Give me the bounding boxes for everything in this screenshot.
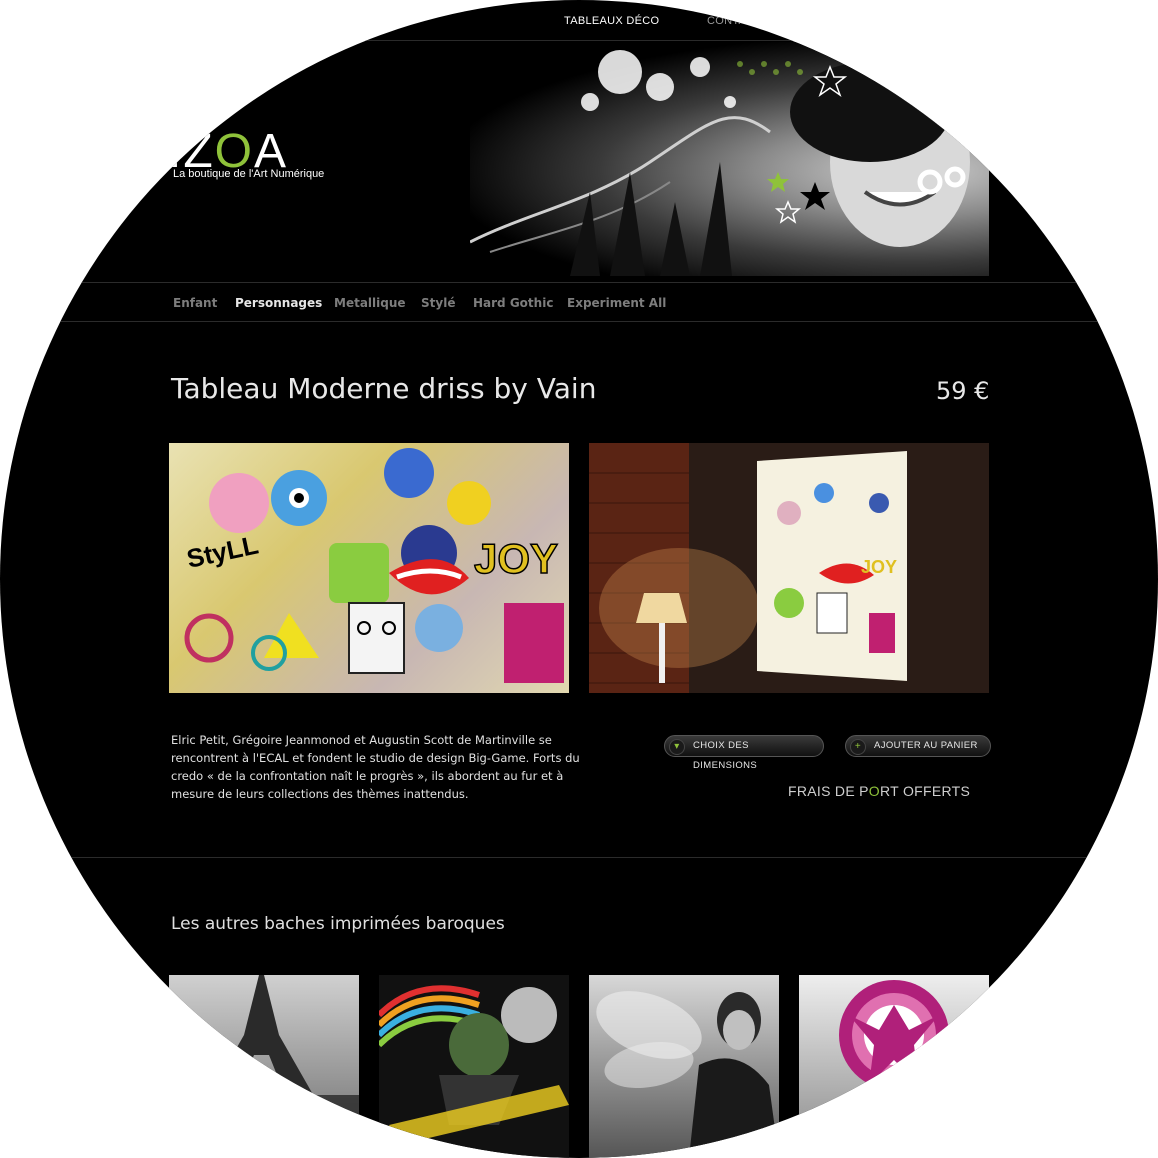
product-image-artwork[interactable]: JOY StyLL: [169, 443, 569, 693]
related-thumbnail-fairy[interactable]: [589, 975, 779, 1158]
eiffel-tower-image: [169, 975, 359, 1158]
category-hard-gothic[interactable]: Hard Gothic: [473, 296, 553, 310]
related-thumbnail-dancer[interactable]: [379, 975, 569, 1158]
category-metallique[interactable]: Metallique: [334, 296, 406, 310]
topnav-tableaux-deco[interactable]: TABLEAUX DÉCO: [564, 15, 659, 27]
dancer-image: [379, 985, 569, 1145]
choose-dimensions-button[interactable]: ▾ CHOIX DES DIMENSIONS: [664, 735, 824, 771]
fairy-image: [596, 991, 779, 1158]
shipping-text-o: O: [868, 783, 880, 799]
add-to-cart-label: AJOUTER AU PANIER: [874, 740, 978, 751]
shipping-text-after: RT OFFERTS: [880, 783, 971, 799]
divider: [0, 857, 1158, 858]
category-style[interactable]: Stylé: [421, 296, 455, 310]
product-price: 59 €: [936, 377, 990, 405]
free-shipping-banner: FRAIS DE PORT OFFERTS: [788, 783, 970, 799]
room-scene: JOY: [589, 443, 989, 693]
top-bar: TABLEAUX DÉCO CONTA: [0, 0, 1158, 41]
artwork-illustration: JOY StyLL: [184, 448, 564, 683]
add-to-cart-button[interactable]: + AJOUTER AU PANIER: [845, 735, 991, 757]
related-thumbnail-angel[interactable]: [799, 975, 989, 1158]
header-banner-image: [470, 42, 989, 276]
svg-text:JOY: JOY: [861, 557, 897, 577]
topnav-contact[interactable]: CONTA: [707, 15, 746, 27]
angel-image: [839, 980, 949, 1090]
divider: [0, 321, 1158, 322]
related-products-heading: Les autres baches imprimées baroques: [171, 914, 505, 934]
shipping-text-before: FRAIS DE P: [788, 783, 869, 799]
banner-artwork: [470, 50, 970, 276]
svg-text:JOY: JOY: [474, 535, 558, 582]
dropdown-arrow-icon: ▾: [669, 739, 685, 755]
category-experiment-all[interactable]: Experiment All: [567, 296, 666, 310]
page-viewport: TABLEAUX DÉCO CONTA IZOA La boutique de …: [0, 0, 1158, 1158]
product-title: Tableau Moderne driss by Vain: [171, 372, 597, 405]
category-personnages[interactable]: Personnages: [235, 296, 322, 310]
logo-tagline: La boutique de l'Art Numérique: [173, 168, 325, 180]
svg-text:StyLL: StyLL: [184, 529, 261, 573]
category-enfant[interactable]: Enfant: [173, 296, 217, 310]
product-image-room-view[interactable]: JOY: [589, 443, 989, 693]
choose-dimensions-label: CHOIX DES DIMENSIONS: [693, 740, 758, 771]
product-description: Elric Petit, Grégoire Jeanmonod et Augus…: [171, 733, 580, 801]
plus-icon: +: [850, 739, 866, 755]
related-thumbnail-eiffel[interactable]: [169, 975, 359, 1158]
divider: [0, 282, 1158, 283]
